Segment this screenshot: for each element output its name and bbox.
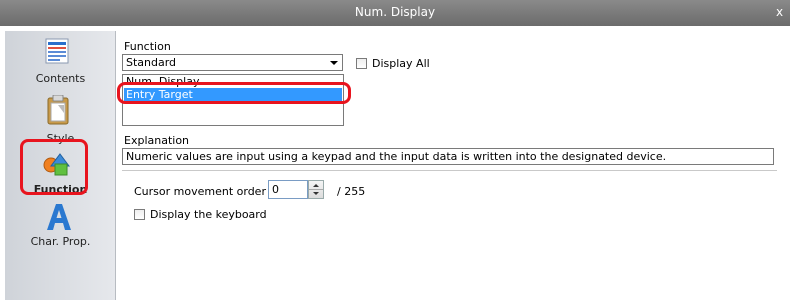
- entry-target-highlight: [117, 82, 351, 104]
- display-keyboard-label: Display the keyboard: [150, 208, 267, 221]
- letter-a-icon: [47, 204, 71, 230]
- contents-icon: [45, 38, 69, 64]
- close-button[interactable]: x: [776, 5, 788, 19]
- cursor-order-label: Cursor movement order: [134, 185, 266, 198]
- function-select-value: Standard: [126, 56, 177, 69]
- function-label: Function: [124, 40, 171, 53]
- clipboard-icon: [47, 95, 69, 125]
- display-keyboard-checkbox[interactable]: [134, 209, 145, 220]
- explanation-label: Explanation: [124, 134, 190, 147]
- cursor-order-input[interactable]: 0: [268, 180, 308, 199]
- cursor-order-max: / 255: [337, 185, 366, 198]
- window-title: Num. Display: [354, 5, 436, 19]
- divider: [122, 170, 777, 171]
- sidebar-item-label: Char. Prop.: [30, 235, 91, 248]
- title-bar: Num. Display x: [0, 0, 790, 26]
- display-all-label: Display All: [372, 57, 430, 70]
- chevron-down-icon[interactable]: [330, 61, 338, 65]
- function-select[interactable]: Standard: [122, 54, 343, 71]
- arrow-up-icon[interactable]: [313, 184, 319, 187]
- sidebar-item-label: Contents: [35, 72, 86, 85]
- display-all-checkbox[interactable]: [356, 58, 367, 69]
- arrow-down-icon[interactable]: [313, 192, 319, 195]
- stepper-divider: [309, 189, 323, 190]
- cursor-order-stepper[interactable]: [308, 180, 324, 199]
- explanation-text: Numeric values are input using a keypad …: [122, 148, 774, 165]
- sidebar-item-char-prop[interactable]: Char. Prop.: [5, 203, 116, 253]
- sidebar-item-contents[interactable]: Contents: [5, 35, 116, 91]
- function-highlight: [20, 139, 88, 195]
